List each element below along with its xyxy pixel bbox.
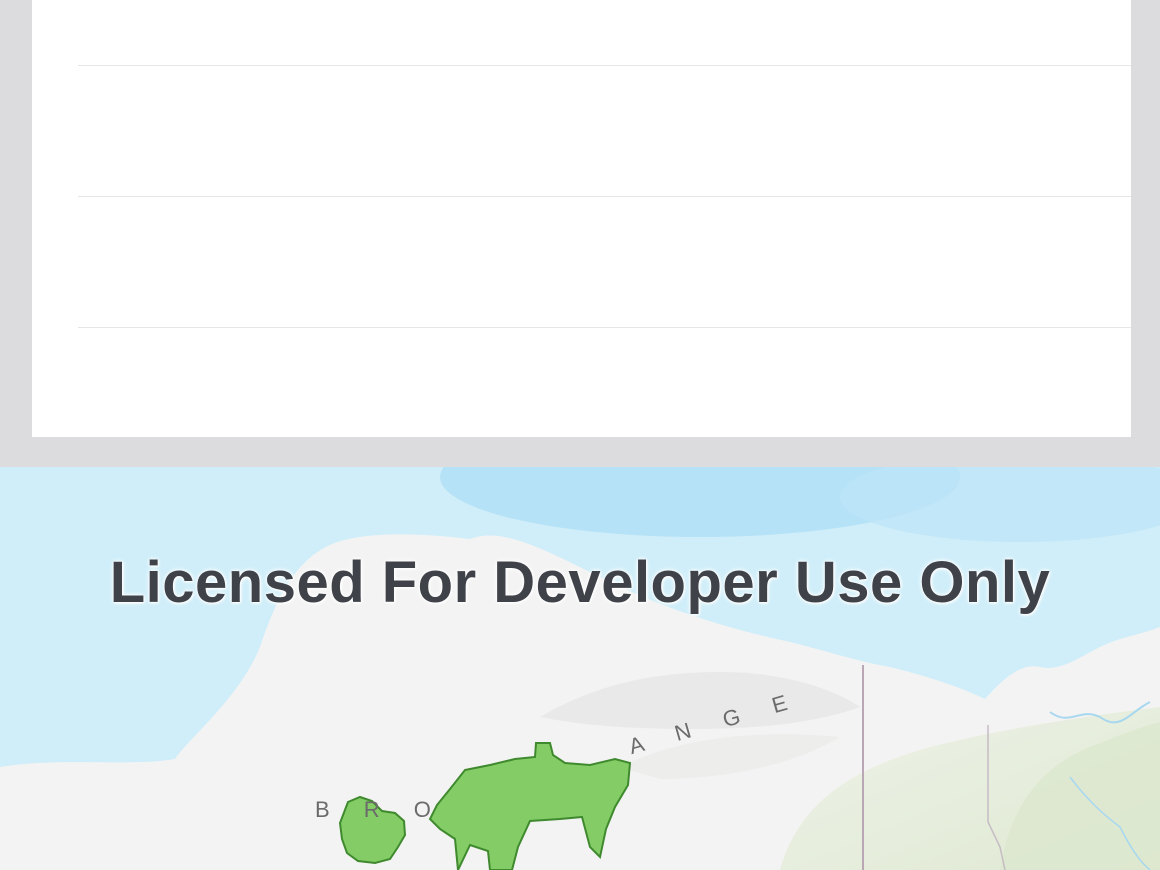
map-view[interactable]: B R O A N G E Licensed For Developer Use… bbox=[0, 467, 1160, 870]
list-item[interactable] bbox=[32, 328, 1131, 437]
basemap bbox=[0, 467, 1160, 870]
table-list bbox=[32, 0, 1131, 437]
app-screen: B R O A N G E Licensed For Developer Use… bbox=[0, 0, 1160, 870]
list-item[interactable] bbox=[32, 197, 1131, 328]
list-item[interactable] bbox=[32, 66, 1131, 197]
list-item[interactable] bbox=[32, 0, 1131, 66]
map-place-label: B R O bbox=[315, 797, 445, 822]
developer-license-watermark: Licensed For Developer Use Only bbox=[109, 550, 1051, 615]
